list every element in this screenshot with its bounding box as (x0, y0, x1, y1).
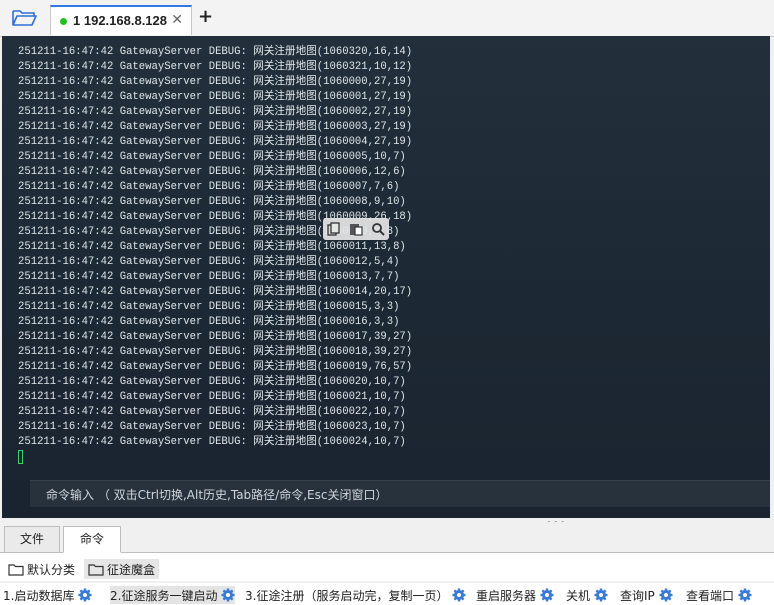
terminal-line: 251211-16:47:42 GatewayServer DEBUG: 网关注… (18, 256, 400, 268)
terminal-line: 251211-16:47:42 GatewayServer DEBUG: 网关注… (18, 421, 406, 433)
bottom-panel-tabs: 文件 命令 (0, 522, 774, 553)
copy-icon[interactable] (326, 221, 342, 237)
terminal-line: 251211-16:47:42 GatewayServer DEBUG: 网关注… (18, 76, 413, 88)
quick-command-button[interactable]: 关机 (566, 586, 608, 604)
terminal-line: 251211-16:47:42 GatewayServer DEBUG: 网关注… (18, 91, 413, 103)
quick-command-bar: 1.启动数据库 2.征途服务一键启动 3.征途注册（服务启动完，复制一页） 重启服务器… (0, 583, 774, 605)
terminal-line: 251211-16:47:42 GatewayServer DEBUG: 网关注… (18, 271, 400, 283)
terminal-line: 251211-16:47:42 GatewayServer DEBUG: 网关注… (18, 406, 406, 418)
gear-icon[interactable] (659, 588, 673, 602)
terminal-line: 251211-16:47:42 GatewayServer DEBUG: 网关注… (18, 286, 413, 298)
add-tab-icon[interactable]: + (198, 6, 213, 27)
gear-icon[interactable] (452, 588, 466, 602)
terminal-line: 251211-16:47:42 GatewayServer DEBUG: 网关注… (18, 151, 406, 163)
terminal-line: 251211-16:47:42 GatewayServer DEBUG: 网关注… (18, 346, 413, 358)
gear-icon[interactable] (78, 588, 92, 602)
search-icon[interactable] (370, 221, 386, 237)
quick-command-label: 查询IP (620, 588, 655, 603)
group-selected[interactable]: 征途魔盒 (84, 559, 160, 579)
terminal-line: 251211-16:47:42 GatewayServer DEBUG: 网关注… (18, 196, 406, 208)
gear-icon[interactable] (738, 588, 752, 602)
open-folder-icon[interactable] (10, 7, 38, 29)
command-input-hint: 命令输入 （ 双击Ctrl切换,Alt历史,Tab路径/命令,Esc关闭窗口） (46, 488, 388, 502)
quick-command-button[interactable]: 1.启动数据库 (3, 586, 92, 604)
quick-command-button[interactable]: 查询IP (620, 586, 673, 604)
terminal-line: 251211-16:47:42 GatewayServer DEBUG: 网关注… (18, 181, 400, 193)
terminal-line: 251211-16:47:42 GatewayServer DEBUG: 网关注… (18, 121, 413, 133)
terminal-output[interactable]: 251211-16:47:42 GatewayServer DEBUG: 网关注… (2, 36, 770, 518)
terminal-line: 251211-16:47:42 GatewayServer DEBUG: 网关注… (18, 241, 406, 253)
terminal-line: 251211-16:47:42 GatewayServer DEBUG: 网关注… (18, 316, 400, 328)
terminal-line: 251211-16:47:42 GatewayServer DEBUG: 网关注… (18, 331, 413, 343)
tab-files[interactable]: 文件 (4, 526, 60, 552)
terminal-line: 251211-16:47:42 GatewayServer DEBUG: 网关注… (18, 301, 400, 313)
terminal-line: 251211-16:47:42 GatewayServer DEBUG: 网关注… (18, 376, 406, 388)
terminal-line: 251211-16:47:42 GatewayServer DEBUG: 网关注… (18, 136, 413, 148)
quick-command-button[interactable]: 3.征途注册（服务启动完，复制一页） (245, 586, 466, 604)
quick-command-button[interactable]: 重启服务器 (476, 586, 554, 604)
terminal-line: 251211-16:47:42 GatewayServer DEBUG: 网关注… (18, 166, 406, 178)
close-icon[interactable]: ✕ (171, 12, 183, 28)
terminal-line: 251211-16:47:42 GatewayServer DEBUG: 网关注… (18, 106, 413, 118)
quick-command-label: 2.征途服务一键启动 (110, 588, 218, 603)
terminal-log: 251211-16:47:42 GatewayServer DEBUG: 网关注… (18, 45, 412, 450)
terminal-line: 251211-16:47:42 GatewayServer DEBUG: 网关注… (18, 61, 413, 73)
paste-icon[interactable] (348, 221, 364, 237)
group-default[interactable]: 默认分类 (8, 559, 75, 579)
folder-icon (8, 563, 24, 576)
group-selected-label: 征途魔盒 (107, 562, 156, 577)
command-groups: 默认分类 征途魔盒 (0, 553, 774, 581)
quick-command-button[interactable]: 查看端口 (686, 586, 752, 604)
command-input[interactable]: 命令输入 （ 双击Ctrl切换,Alt历史,Tab路径/命令,Esc关闭窗口） (30, 480, 770, 507)
quick-command-label: 关机 (566, 588, 591, 603)
session-tab[interactable]: 1 192.168.8.128 ✕ (50, 5, 192, 35)
gear-icon[interactable] (594, 588, 608, 602)
terminal-cursor (18, 450, 23, 464)
terminal-line: 251211-16:47:42 GatewayServer DEBUG: 网关注… (18, 46, 413, 58)
quick-command-label: 查看端口 (686, 588, 735, 603)
session-tab-bar: 1 192.168.8.128 ✕ + (0, 0, 774, 37)
terminal-quick-tools (323, 218, 389, 240)
quick-command-label: 重启服务器 (476, 588, 537, 603)
group-default-label: 默认分类 (27, 562, 76, 577)
session-tab-label: 1 192.168.8.128 (73, 13, 167, 28)
quick-command-button[interactable]: 2.征途服务一键启动 (110, 586, 236, 604)
tab-commands[interactable]: 命令 (63, 526, 121, 553)
terminal-line: 251211-16:47:42 GatewayServer DEBUG: 网关注… (18, 436, 406, 448)
quick-command-label: 1.启动数据库 (3, 588, 75, 603)
folder-icon (88, 563, 104, 576)
connection-status-icon (60, 18, 67, 25)
terminal-line: 251211-16:47:42 GatewayServer DEBUG: 网关注… (18, 391, 406, 403)
gear-icon[interactable] (540, 588, 554, 602)
gear-icon[interactable] (221, 588, 235, 602)
quick-command-label: 3.征途注册（服务启动完，复制一页） (245, 588, 449, 603)
terminal-line: 251211-16:47:42 GatewayServer DEBUG: 网关注… (18, 361, 413, 373)
